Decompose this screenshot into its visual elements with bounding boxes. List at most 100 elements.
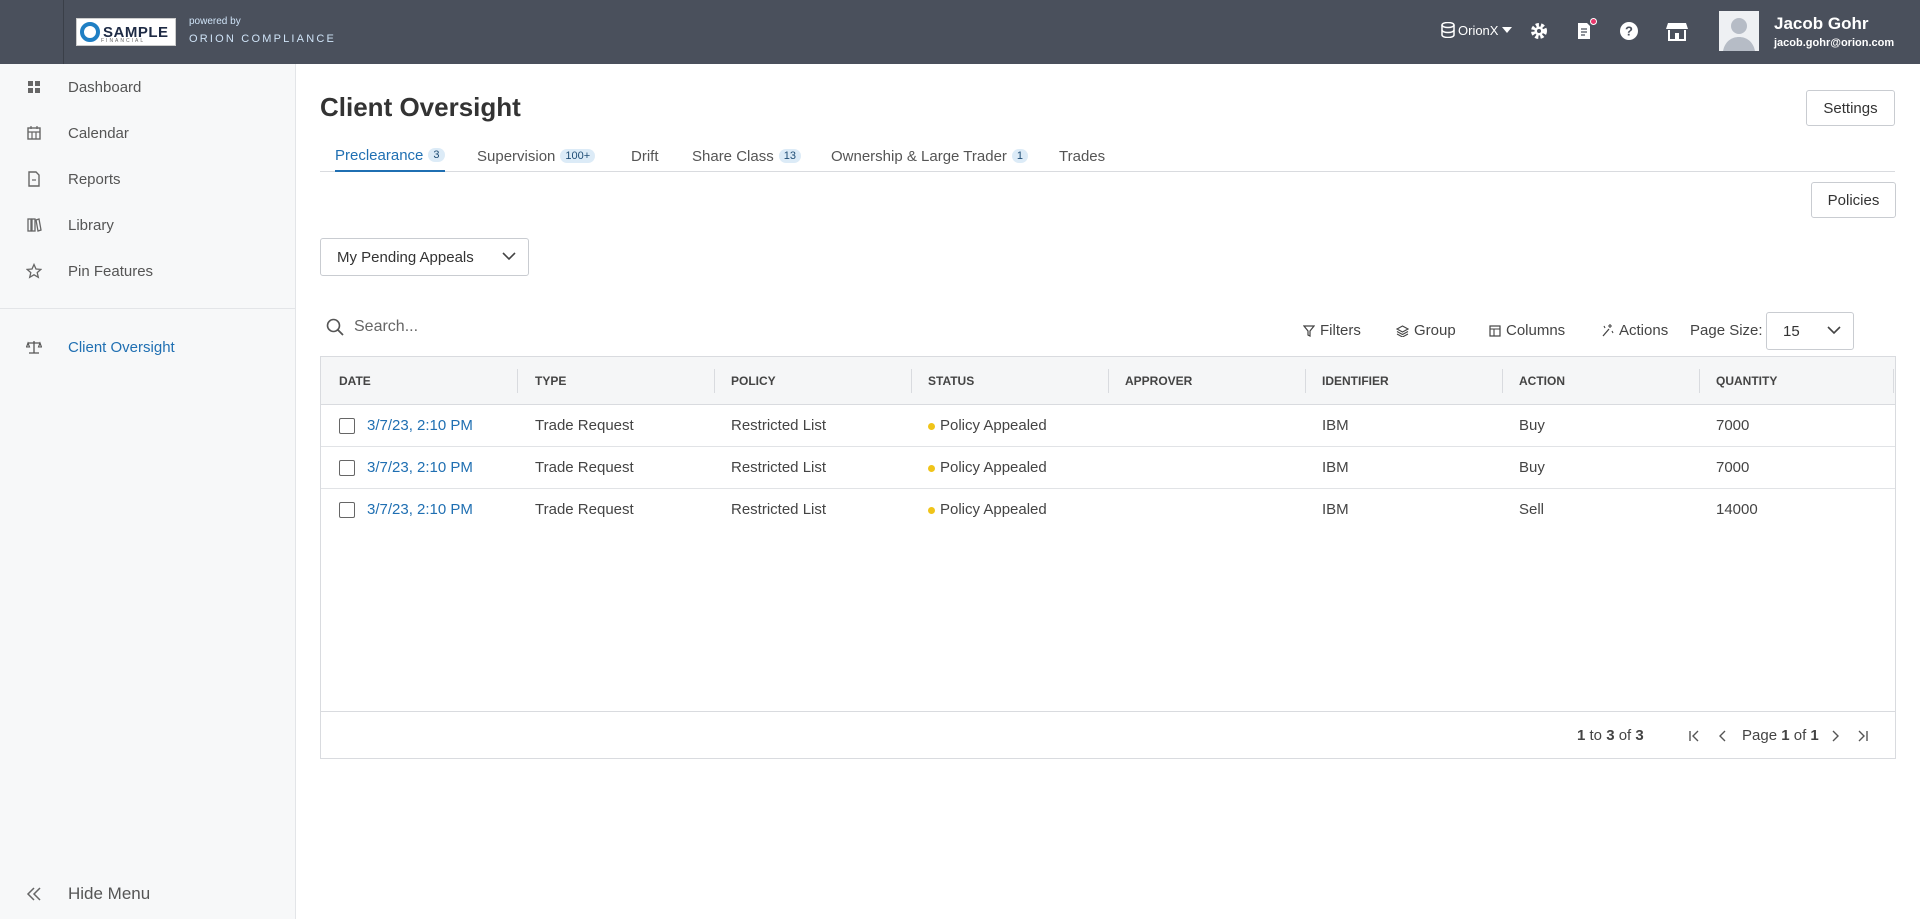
sidebar: Dashboard Calendar Reports Library Pin F… xyxy=(0,64,296,919)
first-page-icon[interactable] xyxy=(1688,730,1700,742)
policies-button[interactable]: Policies xyxy=(1811,182,1896,218)
main-content: Client Oversight Settings Preclearance 3… xyxy=(296,64,1920,919)
sidebar-item-client-oversight[interactable]: Client Oversight xyxy=(0,324,295,370)
page-size-label: Page Size: xyxy=(1690,322,1763,339)
column-header-policy[interactable]: POLICY xyxy=(731,374,776,388)
tab-trades[interactable]: Trades xyxy=(1059,146,1105,172)
tab-share-class[interactable]: Share Class 13 xyxy=(692,146,801,172)
caret-down-icon xyxy=(1502,27,1513,33)
column-header-quantity[interactable]: QUANTITY xyxy=(1716,374,1777,388)
powered-by-text: powered by xyxy=(189,16,241,27)
settings-button[interactable]: Settings xyxy=(1806,90,1895,126)
actions-button[interactable]: Actions xyxy=(1600,322,1668,339)
hide-menu-button[interactable]: Hide Menu xyxy=(0,876,295,912)
range-of-word: of xyxy=(1618,727,1632,744)
status-label: Policy Appealed xyxy=(940,417,1047,434)
column-header-date[interactable]: DATE xyxy=(339,374,371,388)
table-row[interactable]: 3/7/23, 2:10 PM Trade Request Restricted… xyxy=(321,447,1895,489)
row-quantity: 14000 xyxy=(1716,501,1758,518)
column-header-approver[interactable]: APPROVER xyxy=(1125,374,1192,388)
current-page: 1 xyxy=(1781,727,1790,744)
column-separator[interactable] xyxy=(1893,369,1894,393)
column-separator[interactable] xyxy=(911,369,912,393)
status-label: Policy Appealed xyxy=(940,459,1047,476)
table-row[interactable]: 3/7/23, 2:10 PM Trade Request Restricted… xyxy=(321,405,1895,447)
column-separator[interactable] xyxy=(1305,369,1306,393)
column-separator[interactable] xyxy=(517,369,518,393)
column-separator[interactable] xyxy=(1108,369,1109,393)
sidebar-item-dashboard[interactable]: Dashboard xyxy=(0,64,295,110)
column-separator[interactable] xyxy=(1502,369,1503,393)
svg-text:?: ? xyxy=(1625,24,1633,39)
column-header-status[interactable]: STATUS xyxy=(928,374,974,388)
row-type: Trade Request xyxy=(535,417,634,434)
top-bar: SAMPLE FINANCIAL powered by ORION COMPLI… xyxy=(0,0,1920,64)
column-header-action[interactable]: ACTION xyxy=(1519,374,1565,388)
data-grid: DATE TYPE POLICY STATUS APPROVER IDENTIF… xyxy=(320,356,1896,759)
dashboard-grid-icon xyxy=(28,81,40,93)
tab-count-badge: 1 xyxy=(1011,149,1029,163)
last-page-icon[interactable] xyxy=(1857,730,1869,742)
notifications-icon[interactable] xyxy=(1573,18,1597,42)
row-checkbox[interactable] xyxy=(339,418,355,434)
tab-label: Drift xyxy=(631,147,659,165)
sidebar-item-calendar[interactable]: Calendar xyxy=(0,110,295,156)
filters-button[interactable]: Filters xyxy=(1303,322,1361,339)
column-header-identifier[interactable]: IDENTIFIER xyxy=(1322,374,1389,388)
filter-icon xyxy=(1303,324,1315,337)
page-title: Client Oversight xyxy=(320,92,521,122)
search-box[interactable]: Search... xyxy=(326,318,418,336)
row-date-link[interactable]: 3/7/23, 2:10 PM xyxy=(367,459,473,476)
user-name[interactable]: Jacob Gohr xyxy=(1774,14,1868,34)
org-name: OrionX xyxy=(1458,22,1499,38)
org-switcher[interactable]: OrionX xyxy=(1441,22,1513,38)
columns-icon xyxy=(1489,324,1501,337)
settings-gear-icon[interactable] xyxy=(1528,20,1550,42)
tab-ownership-large-trader[interactable]: Ownership & Large Trader 1 xyxy=(831,146,1029,172)
table-row[interactable]: 3/7/23, 2:10 PM Trade Request Restricted… xyxy=(321,489,1895,531)
brand-logo[interactable]: SAMPLE FINANCIAL xyxy=(76,18,176,46)
sidebar-item-label: Library xyxy=(68,216,114,234)
columns-label: Columns xyxy=(1506,322,1566,339)
column-separator[interactable] xyxy=(714,369,715,393)
sidebar-item-reports[interactable]: Reports xyxy=(0,156,295,202)
tab-supervision[interactable]: Supervision 100+ xyxy=(477,146,596,172)
sidebar-item-pin-features[interactable]: Pin Features xyxy=(0,248,295,294)
row-action: Buy xyxy=(1519,417,1545,434)
range-from: 1 xyxy=(1577,727,1586,744)
range-to-word: to xyxy=(1589,727,1603,744)
sidebar-divider xyxy=(0,308,295,309)
status-dot xyxy=(928,464,935,472)
row-action: Buy xyxy=(1519,459,1545,476)
help-icon[interactable]: ? xyxy=(1618,20,1640,42)
total-pages: 1 xyxy=(1810,727,1819,744)
status-label: Policy Appealed xyxy=(940,501,1047,518)
row-range-summary: 1 to 3 of 3 xyxy=(1577,727,1644,744)
previous-page-icon[interactable] xyxy=(1717,730,1729,742)
page-size-select[interactable]: 15 xyxy=(1766,312,1854,350)
column-separator[interactable] xyxy=(1699,369,1700,393)
sidebar-item-library[interactable]: Library xyxy=(0,202,295,248)
pending-appeals-select[interactable]: My Pending Appeals xyxy=(320,238,529,276)
double-chevron-left-icon xyxy=(26,887,41,901)
tab-preclearance[interactable]: Preclearance 3 xyxy=(335,146,445,172)
row-type: Trade Request xyxy=(535,459,634,476)
filters-label: Filters xyxy=(1320,322,1361,339)
row-date-link[interactable]: 3/7/23, 2:10 PM xyxy=(367,417,473,434)
page-of-word: of xyxy=(1793,727,1807,744)
group-button[interactable]: Group xyxy=(1396,322,1456,339)
avatar[interactable] xyxy=(1719,11,1759,51)
columns-button[interactable]: Columns xyxy=(1489,322,1565,339)
row-action: Sell xyxy=(1519,501,1545,518)
column-header-type[interactable]: TYPE xyxy=(535,374,566,388)
store-icon[interactable] xyxy=(1666,20,1688,42)
row-checkbox[interactable] xyxy=(339,502,355,518)
row-date-link[interactable]: 3/7/23, 2:10 PM xyxy=(367,501,473,518)
row-status: Policy Appealed xyxy=(928,459,1047,476)
row-checkbox[interactable] xyxy=(339,460,355,476)
next-page-icon[interactable] xyxy=(1829,730,1841,742)
row-policy: Restricted List xyxy=(731,459,827,476)
tab-drift[interactable]: Drift xyxy=(631,146,659,172)
range-to: 3 xyxy=(1606,727,1615,744)
search-input[interactable]: Search... xyxy=(354,318,418,336)
